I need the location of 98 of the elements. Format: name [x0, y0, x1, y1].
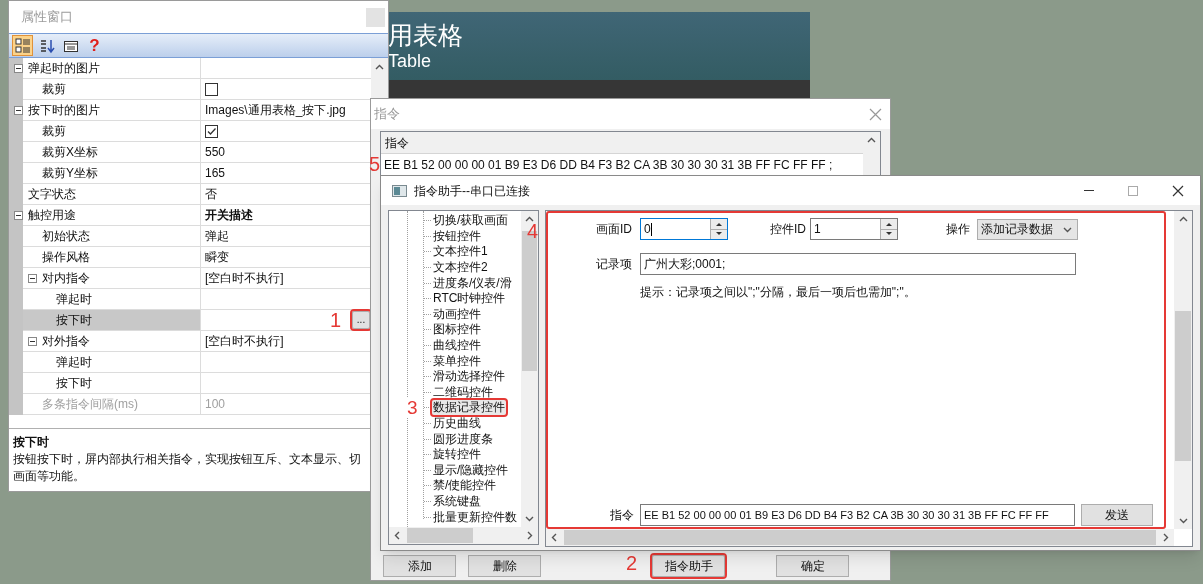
property-name: 文字状态	[28, 186, 76, 203]
field-label: 指令	[609, 507, 634, 524]
ellipsis-button[interactable]: ...	[352, 311, 370, 329]
tree-item[interactable]: 数据记录控件	[432, 400, 506, 416]
property-value: Images\通用表格_按下.jpg	[205, 102, 346, 119]
input-field[interactable]: EE B1 52 00 00 00 01 B9 E3 D6 DD B4 F3 B2 CA 3B 30 30 30 31 3B FF FC FF FF	[640, 504, 1075, 526]
tree-item[interactable]: 禁/使能控件	[432, 478, 498, 494]
tree-item[interactable]: 菜单控件	[432, 353, 482, 369]
property-value: 否	[205, 186, 217, 203]
tree-item[interactable]: 切换/获取画面	[432, 213, 510, 229]
property-value: 550	[205, 144, 226, 161]
scrollbar[interactable]	[389, 527, 538, 544]
window-title: 指令	[374, 105, 400, 124]
window-title: 指令助手--串口已连接	[414, 182, 530, 200]
tree-item[interactable]: 按钮控件	[432, 228, 482, 244]
callout-number: 5	[369, 154, 381, 174]
tree-item[interactable]: 二维码控件	[432, 384, 494, 400]
checkbox[interactable]	[205, 124, 218, 138]
list-row[interactable]: EE B1 52 00 00 00 01 B9 E3 D6 DD B4 F3 B2 CA 3B 30 30 30 31 3B FF FC FF FF ;	[381, 154, 863, 176]
property-name: 弹起时	[56, 291, 92, 308]
property-name: 裁剪Y坐标	[42, 165, 98, 182]
toolbar-button[interactable]: ?	[84, 35, 105, 56]
callout-number: 4	[527, 221, 539, 241]
categorized-list-icon	[14, 37, 31, 54]
field-label: 记录项	[595, 256, 632, 273]
dropdown[interactable]: 添加记录数据	[977, 218, 1078, 240]
dialog-button[interactable]: 删除	[468, 555, 541, 577]
tree-item[interactable]: 历史曲线	[432, 416, 482, 431]
tree-item[interactable]: 系统键盘	[432, 494, 482, 509]
number-field[interactable]: 1	[810, 218, 898, 240]
property-name: 多条指令间隔(ms)	[42, 396, 138, 413]
preview-subtitle: Table	[388, 50, 433, 72]
send-button[interactable]: 发送	[1081, 504, 1153, 526]
property-name: 按下时	[56, 312, 92, 329]
property-name: 对内指令	[42, 270, 90, 287]
dialog-button[interactable]: 指令助手	[652, 555, 725, 577]
collapse-icon[interactable]	[14, 106, 23, 115]
scrollbar[interactable]	[546, 529, 1174, 546]
scroll-thumb[interactable]	[564, 530, 1156, 545]
number-field[interactable]: 0	[640, 218, 728, 240]
tree-item[interactable]: 文本控件2	[432, 260, 489, 276]
collapse-icon[interactable]	[14, 211, 23, 220]
preview-title: 用表格	[388, 20, 464, 50]
property-value: 弹起	[205, 228, 229, 245]
tree-item[interactable]: 曲线控件	[432, 338, 482, 354]
column-header[interactable]: 指令	[381, 132, 863, 154]
tree-item[interactable]: 显示/隐藏控件	[432, 462, 510, 478]
callout-number: 3	[407, 398, 418, 418]
field-label: 操作	[945, 221, 970, 238]
property-value: 165	[205, 165, 226, 182]
input-field[interactable]: 广州大彩;0001;	[640, 253, 1076, 275]
collapse-icon[interactable]	[14, 64, 23, 73]
property-name: 初始状态	[42, 228, 90, 245]
property-name: 裁剪X坐标	[42, 144, 98, 161]
property-name: 弹起时的图片	[28, 60, 100, 77]
property-value: 开关描述	[205, 207, 253, 224]
property-value: 瞬变	[205, 249, 229, 266]
tree-item[interactable]: 批量更新控件数	[432, 509, 518, 525]
close-icon[interactable]	[1172, 184, 1184, 197]
tree-item[interactable]: 旋转控件	[432, 447, 482, 463]
tree-item[interactable]: 动画控件	[432, 306, 482, 322]
sort-icon	[38, 37, 55, 54]
property-value: 100	[205, 396, 226, 413]
collapse-icon[interactable]	[28, 337, 37, 346]
scroll-thumb[interactable]	[407, 528, 473, 543]
dialog-button[interactable]: 确定	[776, 555, 849, 577]
callout-number: 2	[626, 553, 638, 573]
tree-item[interactable]: 图标控件	[432, 322, 482, 338]
tree-item[interactable]: 圆形进度条	[432, 431, 494, 447]
property-name: 触控用途	[28, 207, 76, 224]
description-text: 画面等功能。	[13, 468, 86, 485]
tree-item[interactable]: RTC时钟控件	[432, 291, 507, 307]
tree-item[interactable]: 滑动选择控件	[432, 369, 506, 385]
property-value: [空白时不执行]	[205, 333, 284, 350]
scroll-thumb[interactable]	[1175, 311, 1191, 461]
app-icon	[392, 184, 407, 197]
property-name: 裁剪	[42, 123, 66, 140]
description-text: 按钮按下时，屏内部执行相关指令，实现按钮互斥、文本显示、切	[13, 451, 362, 468]
tree-item[interactable]: 文本控件1	[432, 244, 489, 260]
field-label: 控件ID	[769, 221, 806, 238]
scrollbar[interactable]	[1174, 211, 1192, 529]
scrollbar[interactable]	[521, 211, 538, 527]
property-name: 裁剪	[42, 81, 66, 98]
checkbox[interactable]	[205, 82, 218, 96]
property-name: 弹起时	[56, 354, 92, 371]
tree-item[interactable]: 进度条/仪表/滑	[432, 275, 513, 291]
property-name: 按下时的图片	[28, 102, 100, 119]
property-name: 操作风格	[42, 249, 90, 266]
window-title: 属性窗口	[21, 8, 73, 27]
property-value: [空白时不执行]	[205, 270, 284, 287]
property-name: 按下时	[56, 375, 92, 392]
property-name: 对外指令	[42, 333, 90, 350]
callout-number: 1	[329, 310, 341, 330]
description-title: 按下时	[13, 434, 50, 451]
dialog-button[interactable]: 添加	[383, 555, 456, 577]
collapse-icon[interactable]	[28, 274, 37, 283]
field-label: 画面ID	[595, 221, 632, 238]
hint-text: 提示：记录项之间以";"分隔，最后一项后也需加";"。	[640, 284, 917, 301]
